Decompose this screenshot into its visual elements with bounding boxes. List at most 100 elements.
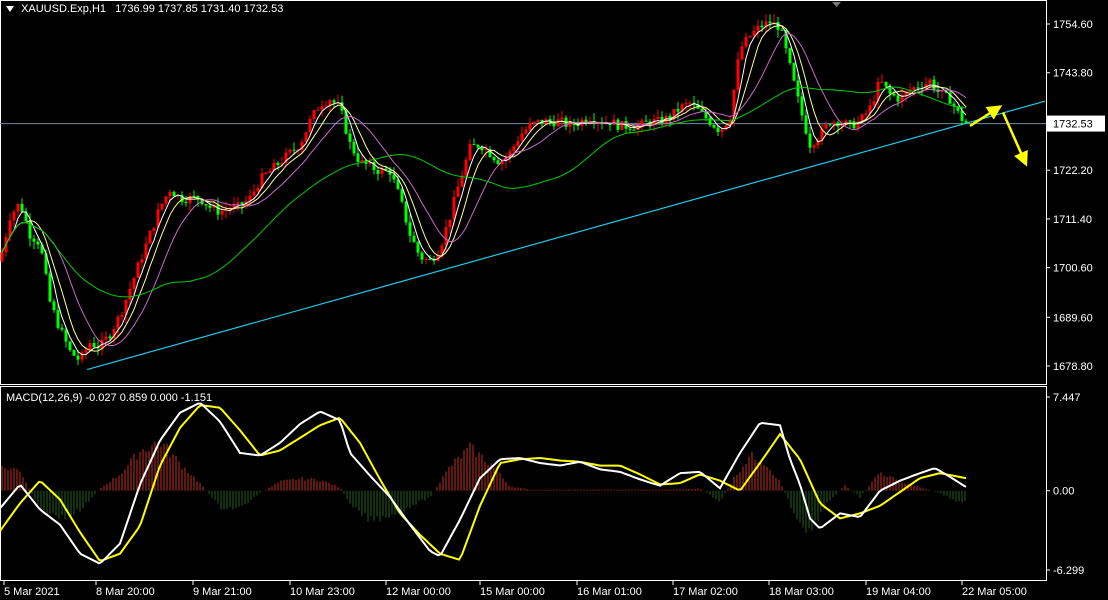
candle-body [192, 195, 196, 197]
candle-body [276, 162, 280, 165]
candle-body [76, 355, 80, 360]
candle-body [120, 314, 124, 317]
candle-body [932, 79, 936, 90]
candle-body [128, 288, 132, 300]
candle-body [316, 109, 320, 111]
candle-body [884, 81, 888, 87]
time-tick-label: 9 Mar 21:00 [193, 586, 252, 598]
candle-body [348, 133, 352, 142]
candle-body [48, 273, 52, 302]
candle-body [184, 202, 188, 204]
candle-body [72, 350, 76, 356]
candle-body [132, 277, 136, 289]
price-tick-label: 1689.60 [1053, 312, 1093, 324]
candle-body [104, 336, 108, 340]
candle-body [148, 230, 152, 244]
candle-body [656, 116, 660, 119]
candle-body [424, 258, 428, 260]
candle-body [644, 120, 648, 122]
candle-body [892, 93, 896, 96]
candle-body [88, 343, 92, 350]
time-tick-label: 22 Mar 05:00 [962, 586, 1027, 598]
candle-body [536, 119, 540, 122]
candle-body [408, 222, 412, 236]
macd-tick-label: 0.00 [1053, 486, 1074, 498]
chart-canvas[interactable]: 1754.601743.801733.001722.201711.401700.… [0, 0, 1108, 600]
candle-body [496, 160, 500, 165]
candle-body [520, 133, 524, 142]
scroll-marker-icon [832, 2, 841, 7]
candle-body [720, 129, 724, 132]
candle-body [880, 81, 884, 83]
time-tick-label: 16 Mar 01:00 [577, 586, 642, 598]
moving-average-line [1, 86, 967, 298]
candle-body [808, 133, 812, 148]
price-tick-label: 1754.60 [1053, 19, 1093, 31]
forecast-arrow [1001, 111, 1028, 167]
candle-body [464, 159, 468, 176]
candle-body [492, 157, 496, 161]
candle-body [740, 46, 744, 60]
macd-signal-line [0, 404, 967, 562]
candle-body [400, 189, 404, 202]
price-tick-label: 1700.60 [1053, 263, 1093, 275]
candle-body [420, 252, 424, 260]
candle-body [168, 191, 172, 197]
candle-body [760, 25, 764, 28]
candle-body [152, 227, 156, 231]
candle-body [404, 201, 408, 223]
candle-body [736, 59, 740, 90]
candle-body [524, 129, 528, 134]
candle-body [744, 37, 748, 47]
candle-body [20, 203, 24, 212]
candle-body [220, 210, 224, 215]
time-tick-label: 15 Mar 00:00 [480, 586, 545, 598]
price-tick-label: 1678.80 [1053, 361, 1093, 373]
candle-body [140, 259, 144, 263]
candle-body [352, 141, 356, 154]
candle-body [568, 121, 572, 127]
candle-body [84, 349, 88, 353]
candle-body [468, 144, 472, 160]
candle-body [748, 35, 752, 38]
symbol-header[interactable]: XAUUSD.Exp,H1 1736.99 1737.85 1731.40 17… [6, 3, 283, 15]
candle-body [824, 124, 828, 129]
candle-body [448, 219, 452, 228]
chevron-down-icon[interactable] [6, 6, 14, 13]
candle-body [60, 327, 64, 330]
price-axis: 1754.601743.801733.001722.201711.401700.… [1046, 19, 1105, 373]
candle-body [916, 87, 920, 89]
candle-body [416, 242, 420, 253]
candle-body [556, 119, 560, 127]
candle-body [108, 336, 112, 339]
candle-body [136, 262, 140, 278]
candle-body [560, 117, 564, 120]
moving-average-line [1, 33, 967, 346]
time-tick-label: 17 Mar 02:00 [673, 586, 738, 598]
candle-body [804, 115, 808, 134]
ohlc-values: 1736.99 1737.85 1731.40 1732.53 [115, 3, 284, 15]
candle-body [964, 120, 968, 123]
annotation-arrows [969, 105, 1028, 167]
candle-body [768, 21, 772, 24]
candle-body [252, 191, 256, 196]
time-tick-label: 12 Mar 00:00 [386, 586, 451, 598]
candle-body [628, 128, 632, 130]
candle-body [752, 30, 756, 36]
current-price-label: 1732.53 [1053, 119, 1093, 131]
candle-body [828, 124, 832, 126]
time-tick-label: 8 Mar 20:00 [96, 586, 155, 598]
trendline [86, 100, 1046, 371]
candle-body [516, 141, 520, 147]
macd-panel: 7.447 0.00 -6.299 [0, 392, 1084, 577]
candle-body [288, 149, 292, 153]
candle-body [256, 188, 260, 192]
time-tick-label: 19 Mar 04:00 [866, 586, 931, 598]
symbol-name: XAUUSD.Exp,H1 [21, 3, 107, 15]
candle-body [700, 108, 704, 112]
candle-body [708, 118, 712, 125]
macd-indicator-label: MACD(12,26,9) -0.027 0.859 0.000 -1.151 [6, 392, 213, 404]
candle-body [940, 91, 944, 93]
time-tick-label: 10 Mar 23:00 [290, 586, 355, 598]
candle-body [456, 186, 460, 197]
